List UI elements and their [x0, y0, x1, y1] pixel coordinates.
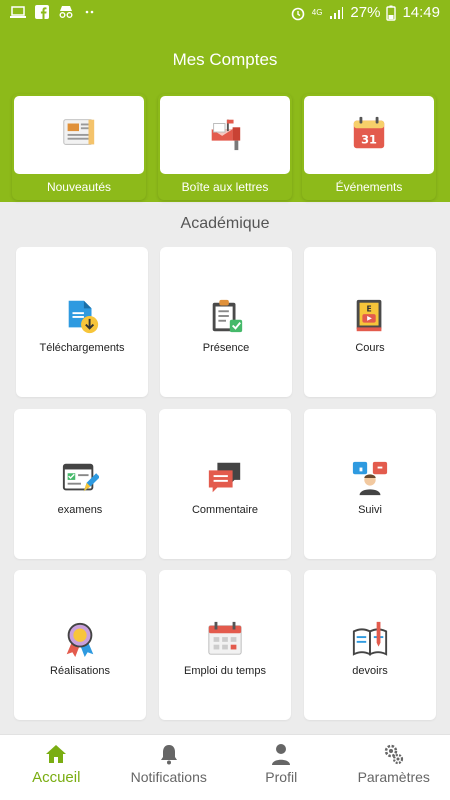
- nav-accueil[interactable]: Accueil: [0, 735, 113, 800]
- gears-icon: [384, 744, 403, 765]
- person-icon: [272, 744, 291, 765]
- tile-cours[interactable]: E Cours: [304, 247, 436, 397]
- tile-label: examens: [57, 504, 103, 516]
- tile-suivi[interactable]: Suivi: [304, 409, 436, 559]
- svg-text:E: E: [366, 304, 371, 313]
- calendar-31-icon: 31: [353, 116, 385, 149]
- battery-icon: [386, 5, 397, 21]
- newspaper-icon: [63, 119, 95, 145]
- more-dots-icon: [85, 10, 94, 14]
- clipboard-check-icon: [212, 299, 243, 333]
- bell-icon: [160, 745, 177, 765]
- mailbox-icon: [211, 119, 241, 151]
- tile-label: Suivi: [358, 504, 382, 516]
- card-boite-aux-lettres[interactable]: Boîte aux lettres: [158, 94, 292, 200]
- signal-icon: [330, 6, 344, 19]
- nav-profil[interactable]: Profil: [225, 735, 338, 800]
- network-type: 4G: [311, 7, 323, 17]
- nav-label: Profil: [265, 769, 298, 785]
- card-evenements[interactable]: 31 Événements: [302, 94, 436, 200]
- svg-text:31: 31: [361, 132, 377, 146]
- tile-label: devoirs: [352, 665, 388, 677]
- tile-label: Présence: [202, 342, 250, 354]
- page-title: Mes Comptes: [172, 50, 278, 69]
- nav-parametres[interactable]: Paramètres: [338, 735, 450, 800]
- battery-percent: 27%: [350, 4, 381, 21]
- section-title: Académique: [180, 215, 270, 232]
- card-label: Nouveautés: [46, 180, 112, 194]
- card-label: Boîte aux lettres: [181, 180, 269, 194]
- nav-notifications[interactable]: Notifications: [113, 735, 226, 800]
- incognito-icon: [59, 6, 73, 18]
- card-label: Événements: [335, 180, 403, 194]
- tile-label: Emploi du temps: [184, 665, 266, 677]
- tile-label: Téléchargements: [39, 342, 125, 354]
- home-icon: [46, 745, 67, 763]
- schedule-calendar-icon: [208, 621, 242, 655]
- comment-bubbles-icon: [208, 462, 241, 493]
- tile-devoirs[interactable]: devoirs: [304, 570, 436, 720]
- status-bar: 4G 27% 14:49: [0, 0, 450, 26]
- exam-pencil-icon: [62, 463, 99, 492]
- facebook-icon: [35, 5, 49, 19]
- tile-examens[interactable]: examens: [14, 409, 146, 559]
- tile-telechargements[interactable]: Téléchargements: [16, 247, 148, 397]
- tracking-icon: [352, 461, 388, 496]
- award-ribbon-icon: [66, 622, 94, 658]
- tile-realisations[interactable]: Réalisations: [14, 570, 146, 720]
- tile-presence[interactable]: Présence: [160, 247, 292, 397]
- nav-label: Accueil: [32, 769, 81, 786]
- nav-label: Paramètres: [357, 769, 430, 785]
- laptop-icon: [10, 6, 26, 18]
- homework-book-icon: [352, 621, 388, 656]
- tile-label: Commentaire: [191, 504, 259, 516]
- download-document-icon: [68, 300, 99, 334]
- nav-label: Notifications: [130, 769, 207, 785]
- card-nouveautes[interactable]: Nouveautés: [12, 94, 146, 200]
- alarm-icon: [291, 7, 305, 20]
- tile-emploi-du-temps[interactable]: Emploi du temps: [159, 570, 291, 720]
- tile-label: Réalisations: [50, 665, 110, 677]
- tile-label: Cours: [355, 342, 385, 354]
- clock: 14:49: [402, 4, 440, 21]
- book-video-icon: E: [356, 299, 382, 332]
- bottom-nav: Accueil Notifications Profil Paramètres: [0, 734, 450, 800]
- tile-commentaire[interactable]: Commentaire: [159, 409, 291, 559]
